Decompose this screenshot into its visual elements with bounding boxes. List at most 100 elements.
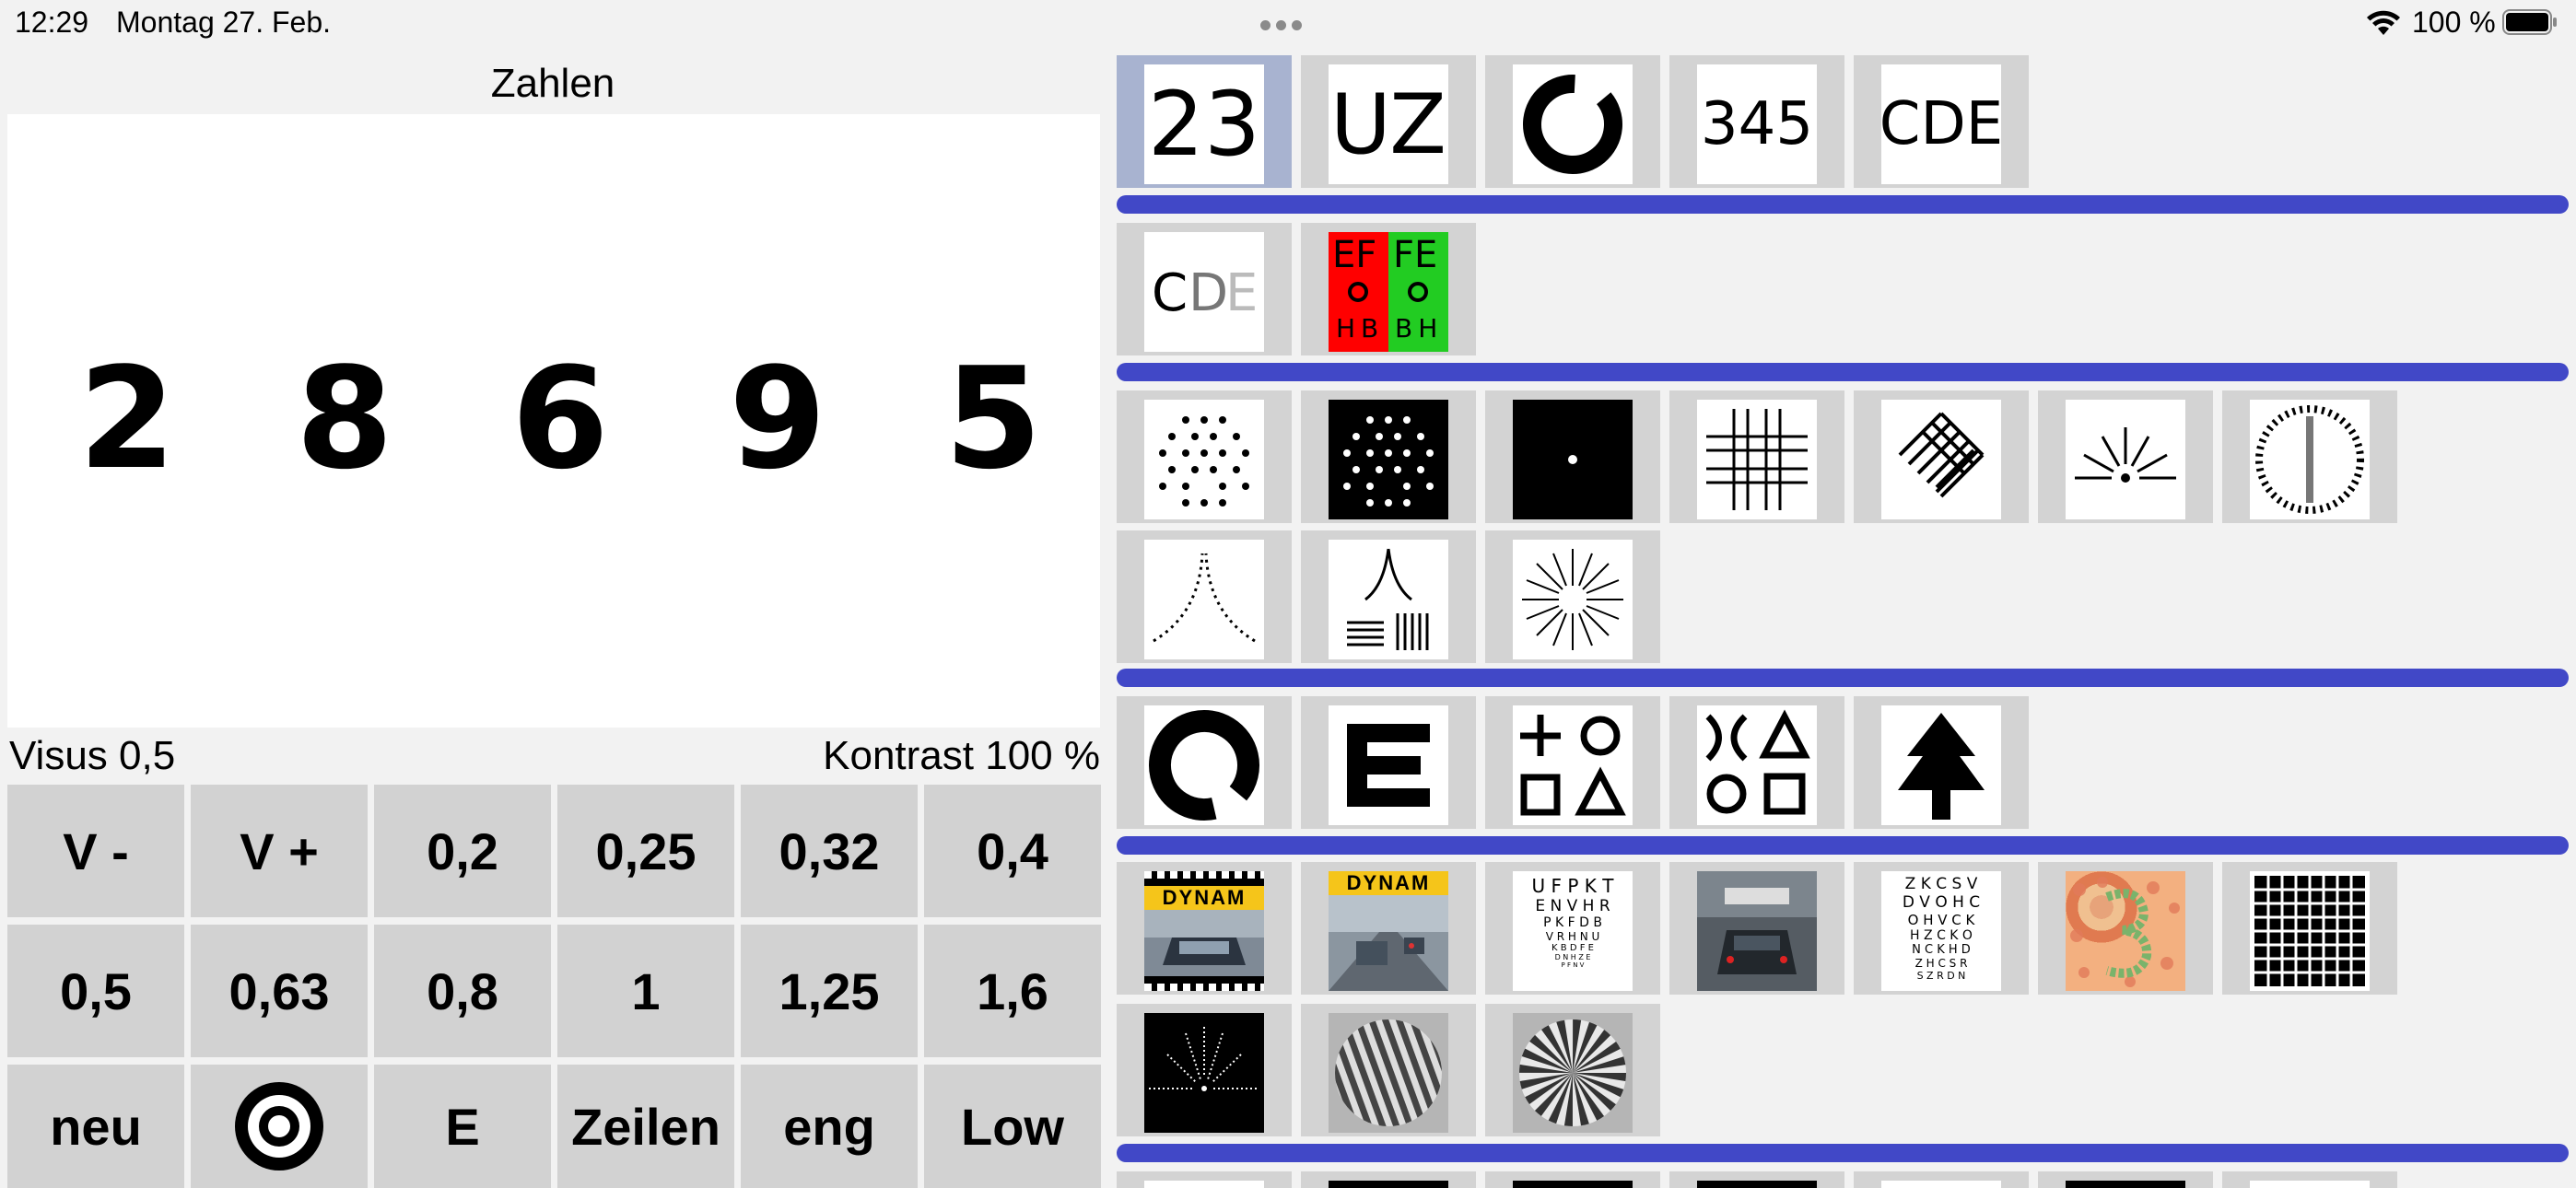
test-title-bar: Zahlen	[0, 48, 1106, 114]
visus-label: Visus 0,5	[9, 733, 176, 778]
new-button[interactable]: neu	[7, 1065, 184, 1188]
test-thumb-contrast-cde[interactable]: C D E	[1117, 223, 1292, 355]
optotype-digit: 9	[729, 337, 826, 500]
test-thumb-row8[interactable]	[1485, 1171, 1660, 1188]
dotted-arc-icon	[1153, 553, 1256, 643]
chart-line: P K F D B	[1543, 915, 1602, 930]
test-thumb-rays[interactable]	[2038, 390, 2213, 523]
landolt-ring-large-icon	[1149, 710, 1259, 821]
thumb-numbers-label: 23	[1147, 73, 1261, 176]
visus-0-32-button[interactable]: 0,32	[741, 785, 918, 917]
test-thumb-dynam-film[interactable]: DYNAM	[1117, 862, 1292, 995]
chart-line: D V O H C	[1902, 893, 1981, 912]
page-title: Zahlen	[490, 61, 615, 106]
test-thumb-letters[interactable]: UZ	[1301, 55, 1476, 188]
test-thumb-letters-cde[interactable]: CDE	[1854, 55, 2029, 188]
test-thumb-symbols-2[interactable]	[1669, 696, 1844, 829]
contrast-label: Kontrast 100 %	[823, 733, 1100, 778]
landolt-ring-icon	[1523, 75, 1622, 174]
test-thumb-row8[interactable]	[1301, 1171, 1476, 1188]
chart-line: H Z C K O	[1910, 928, 1973, 943]
test-thumb-ishihara[interactable]	[2038, 862, 2213, 995]
dynam-label: DYNAM	[1144, 886, 1264, 910]
narrow-button[interactable]: eng	[741, 1065, 918, 1188]
test-thumb-clock[interactable]	[2222, 390, 2397, 523]
test-thumb-row8[interactable]	[1854, 1171, 2029, 1188]
test-thumb-grid-lines[interactable]	[1669, 390, 1844, 523]
chart-line: S Z R D N	[1916, 970, 1966, 982]
test-thumb-letter-chart-1[interactable]: U F P K T E N V H R P K F D B V R H N U …	[1485, 862, 1660, 995]
test-thumb-letter-chart-2[interactable]: Z K C S V D V O H C O H V C K H Z C K O …	[1854, 862, 2029, 995]
test-thumb-fork-lines[interactable]	[1301, 530, 1476, 663]
red-green-right-text: FE	[1393, 234, 1438, 276]
visus-0-63-button[interactable]: 0,63	[191, 925, 368, 1057]
low-contrast-button[interactable]: Low	[924, 1065, 1101, 1188]
multitasking-dots-icon[interactable]	[1260, 18, 1316, 30]
chart-line: Z K C S V	[1904, 875, 1978, 893]
test-thumb-night-car[interactable]	[1669, 862, 1844, 995]
test-thumb-dotted-arc[interactable]	[1117, 530, 1292, 663]
test-thumb-numbers[interactable]: 23	[1117, 55, 1292, 188]
tree-icon	[1898, 713, 1985, 820]
visus-minus-button[interactable]: V -	[7, 785, 184, 917]
chart-line: Z H C S R	[1914, 957, 1968, 970]
thumb-letters-label: UZ	[1330, 76, 1446, 173]
test-thumb-rays-dark[interactable]	[1117, 1004, 1292, 1136]
battery-percent: 100 %	[2412, 6, 2496, 39]
test-thumb-dynam-road[interactable]: DYNAM	[1301, 862, 1476, 995]
optotype-display[interactable]: 2 8 6 9 5	[7, 114, 1100, 728]
section-divider	[1117, 1144, 2569, 1162]
visus-1-button[interactable]: 1	[557, 925, 734, 1057]
test-thumb-tree[interactable]	[1854, 696, 2029, 829]
contrast-letters-icon: C D E	[1152, 263, 1258, 323]
sunrays-dark-icon	[1149, 1027, 1259, 1091]
lines-button[interactable]: Zeilen	[557, 1065, 734, 1188]
visus-1-25-button[interactable]: 1,25	[741, 925, 918, 1057]
chart-line: P F N V	[1561, 961, 1585, 969]
chart-line: K B D F E	[1551, 943, 1594, 953]
visus-0-5-button[interactable]: 0,5	[7, 925, 184, 1057]
visus-0-2-button[interactable]: 0,2	[374, 785, 551, 917]
test-thumb-row8[interactable]	[1669, 1171, 1844, 1188]
test-thumb-row8[interactable]	[2222, 1171, 2397, 1188]
chart-line: D N H Z E	[1554, 953, 1591, 961]
visus-plus-button[interactable]: V +	[191, 785, 368, 917]
astigmatism-star-icon	[1522, 549, 1623, 650]
test-thumb-amsler-grid[interactable]	[2222, 862, 2397, 995]
section-divider	[1117, 363, 2569, 381]
visus-1-6-button[interactable]: 1,6	[924, 925, 1101, 1057]
test-thumb-siemens-star[interactable]	[1485, 1004, 1660, 1136]
test-thumb-diamond[interactable]	[1854, 390, 2029, 523]
visus-0-25-button[interactable]: 0,25	[557, 785, 734, 917]
section-divider	[1117, 195, 2569, 214]
test-thumb-landolt-large[interactable]	[1117, 696, 1292, 829]
test-thumb-dot-pattern-inverse[interactable]	[1301, 390, 1476, 523]
status-date: Montag 27. Feb.	[116, 6, 332, 39]
test-thumb-red-green[interactable]: EF FE HB BH	[1301, 223, 1476, 355]
test-thumb-grating[interactable]	[1301, 1004, 1476, 1136]
visus-0-4-button[interactable]: 0,4	[924, 785, 1101, 917]
test-thumb-e-hook[interactable]	[1301, 696, 1476, 829]
section-divider	[1117, 836, 2569, 855]
sunrays-icon	[2075, 427, 2176, 483]
chart-line: N C K H D	[1912, 943, 1971, 957]
test-thumb-landolt[interactable]	[1485, 55, 1660, 188]
road-photo-icon	[1329, 895, 1448, 991]
test-thumb-row8[interactable]	[1117, 1171, 1292, 1188]
test-thumb-star[interactable]	[1485, 530, 1660, 663]
target-button[interactable]	[191, 1065, 368, 1188]
test-thumb-row8[interactable]	[2038, 1171, 2213, 1188]
lea-symbols-icon	[1520, 715, 1626, 816]
test-thumb-lea-symbols[interactable]	[1485, 696, 1660, 829]
car-photo-icon	[1144, 910, 1264, 965]
e-hook-icon	[1347, 724, 1430, 807]
wifi-icon	[2367, 10, 2400, 35]
test-thumb-numbers-small[interactable]: 345	[1669, 55, 1844, 188]
optotype-digit: 5	[944, 337, 1042, 500]
test-thumb-dot-pattern[interactable]	[1117, 390, 1292, 523]
test-thumb-fixation-dot[interactable]	[1485, 390, 1660, 523]
optotype-digit: 8	[296, 337, 393, 500]
visus-0-8-button[interactable]: 0,8	[374, 925, 551, 1057]
e-button[interactable]: E	[374, 1065, 551, 1188]
grating-icon	[1335, 1019, 1442, 1126]
